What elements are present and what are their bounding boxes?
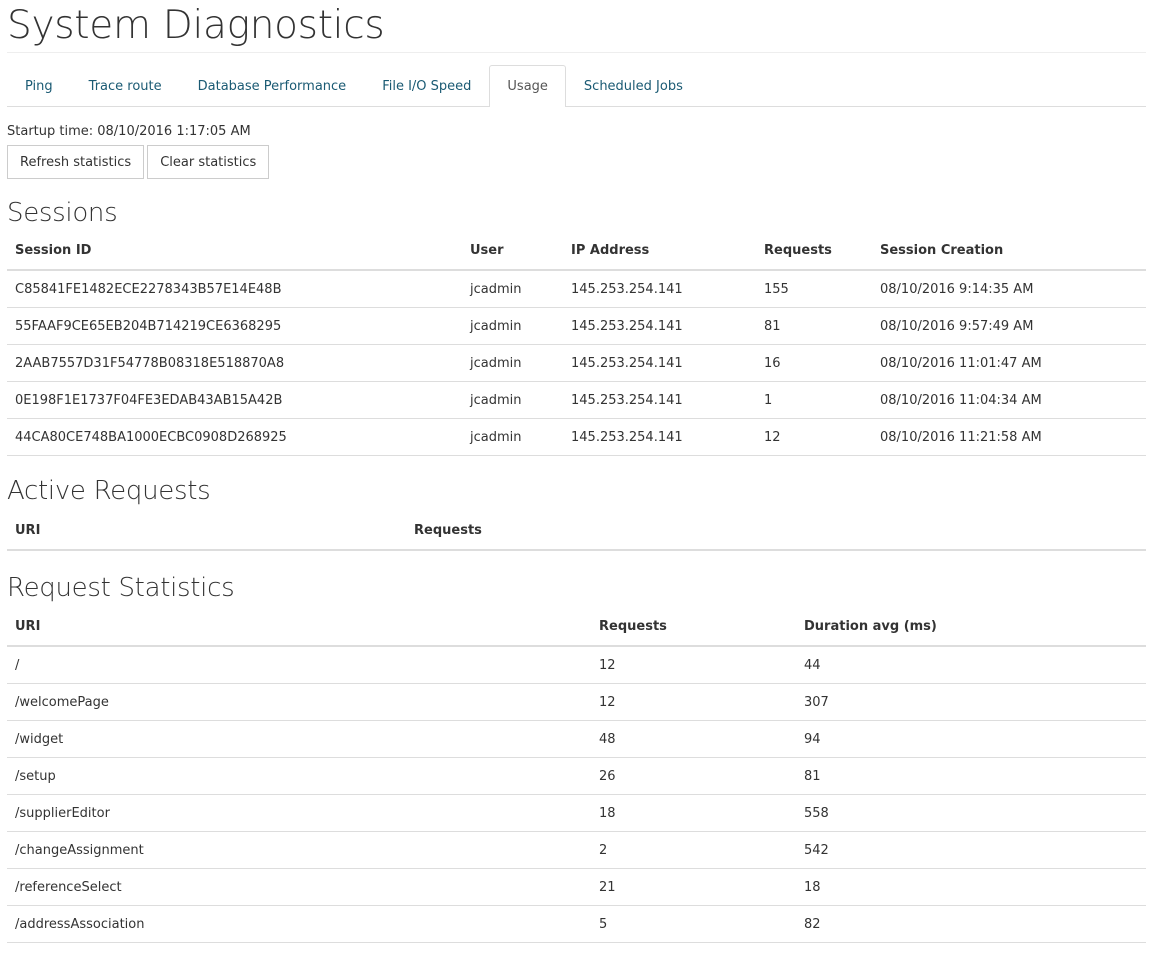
duration-cell: 82 <box>796 905 1146 943</box>
requests-cell: 26 <box>591 757 796 795</box>
table-row: 55FAAF9CE65EB204B714219CE6368295 jcadmin… <box>7 307 1146 345</box>
duration-cell: 18 <box>796 868 1146 906</box>
requests-cell: 155 <box>756 270 872 308</box>
table-row: /welcomePage 12 307 <box>7 683 1146 721</box>
requests-cell: 21 <box>591 868 796 906</box>
session-creation-cell: 08/10/2016 11:01:47 AM <box>872 344 1146 382</box>
table-row: /addressAssociation 5 82 <box>7 905 1146 943</box>
uri-cell: /supplierEditor <box>7 794 591 832</box>
table-row: /setup 26 81 <box>7 757 1146 795</box>
active-requests-heading: Active Requests <box>7 476 211 506</box>
uri-cell: /widget <box>7 720 591 758</box>
table-row: /supplierEditor 18 558 <box>7 794 1146 832</box>
table-row: /referenceSelect 21 18 <box>7 868 1146 906</box>
session-creation-cell: 08/10/2016 11:04:34 AM <box>872 381 1146 419</box>
uri-cell: / <box>7 646 591 684</box>
requests-cell: 5 <box>591 905 796 943</box>
tab-file-io-speed[interactable]: File I/O Speed <box>364 65 489 106</box>
tab-database-performance[interactable]: Database Performance <box>180 65 365 106</box>
requests-cell: 1 <box>756 381 872 419</box>
session-id-cell: 2AAB7557D31F54778B08318E518870A8 <box>7 344 462 382</box>
refresh-statistics-button[interactable]: Refresh statistics <box>7 145 145 179</box>
user-cell: jcadmin <box>462 270 563 308</box>
uri-cell: /setup <box>7 757 591 795</box>
session-id-cell: 0E198F1E1737F04FE3EDAB43AB15A42B <box>7 381 462 419</box>
sessions-header-row: Session ID User IP Address Requests Sess… <box>7 231 1146 271</box>
column-header-requests: Requests <box>591 607 796 647</box>
user-cell: jcadmin <box>462 418 563 456</box>
session-creation-cell: 08/10/2016 11:21:58 AM <box>872 418 1146 456</box>
ip-address-cell: 145.253.254.141 <box>563 344 756 382</box>
ip-address-cell: 145.253.254.141 <box>563 418 756 456</box>
table-row: C85841FE1482ECE2278343B57E14E48B jcadmin… <box>7 270 1146 308</box>
table-row: /changeAssignment 2 542 <box>7 831 1146 869</box>
requests-cell: 12 <box>756 418 872 456</box>
requests-cell: 2 <box>591 831 796 869</box>
sessions-heading: Sessions <box>7 198 118 228</box>
table-row: /widget 48 94 <box>7 720 1146 758</box>
session-creation-cell: 08/10/2016 9:14:35 AM <box>872 270 1146 308</box>
column-header-session-creation: Session Creation <box>872 231 1146 271</box>
request-statistics-table: URI Requests Duration avg (ms) / 12 44 /… <box>7 607 1146 943</box>
request-statistics-heading: Request Statistics <box>7 573 235 603</box>
user-cell: jcadmin <box>462 344 563 382</box>
active-requests-header-row: URI Requests <box>7 511 1146 551</box>
requests-cell: 12 <box>591 683 796 721</box>
requests-cell: 18 <box>591 794 796 832</box>
duration-cell: 542 <box>796 831 1146 869</box>
tab-trace-route[interactable]: Trace route <box>71 65 180 106</box>
duration-cell: 44 <box>796 646 1146 684</box>
uri-cell: /addressAssociation <box>7 905 591 943</box>
page-title: System Diagnostics <box>7 0 1146 53</box>
session-creation-cell: 08/10/2016 9:57:49 AM <box>872 307 1146 345</box>
column-header-requests: Requests <box>406 511 1146 551</box>
column-header-session-id: Session ID <box>7 231 462 271</box>
requests-cell: 48 <box>591 720 796 758</box>
session-id-cell: C85841FE1482ECE2278343B57E14E48B <box>7 270 462 308</box>
ip-address-cell: 145.253.254.141 <box>563 270 756 308</box>
duration-cell: 81 <box>796 757 1146 795</box>
table-row: 44CA80CE748BA1000ECBC0908D268925 jcadmin… <box>7 418 1146 456</box>
tab-bar: Ping Trace route Database Performance Fi… <box>7 65 1146 107</box>
statistics-actions: Refresh statistics Clear statistics <box>7 145 1146 179</box>
sessions-table: Session ID User IP Address Requests Sess… <box>7 231 1146 456</box>
ip-address-cell: 145.253.254.141 <box>563 307 756 345</box>
duration-cell: 94 <box>796 720 1146 758</box>
tab-ping[interactable]: Ping <box>7 65 71 106</box>
ip-address-cell: 145.253.254.141 <box>563 381 756 419</box>
table-row: 0E198F1E1737F04FE3EDAB43AB15A42B jcadmin… <box>7 381 1146 419</box>
column-header-duration-avg: Duration avg (ms) <box>796 607 1146 647</box>
column-header-user: User <box>462 231 563 271</box>
request-statistics-header-row: URI Requests Duration avg (ms) <box>7 607 1146 647</box>
table-row: 2AAB7557D31F54778B08318E518870A8 jcadmin… <box>7 344 1146 382</box>
tab-usage[interactable]: Usage <box>489 65 566 107</box>
column-header-uri: URI <box>7 511 406 551</box>
column-header-uri: URI <box>7 607 591 647</box>
duration-cell: 558 <box>796 794 1146 832</box>
uri-cell: /changeAssignment <box>7 831 591 869</box>
clear-statistics-button[interactable]: Clear statistics <box>147 145 270 179</box>
session-id-cell: 44CA80CE748BA1000ECBC0908D268925 <box>7 418 462 456</box>
column-header-requests: Requests <box>756 231 872 271</box>
user-cell: jcadmin <box>462 381 563 419</box>
user-cell: jcadmin <box>462 307 563 345</box>
uri-cell: /referenceSelect <box>7 868 591 906</box>
page: System Diagnostics Ping Trace route Data… <box>0 0 1152 943</box>
session-id-cell: 55FAAF9CE65EB204B714219CE6368295 <box>7 307 462 345</box>
uri-cell: /welcomePage <box>7 683 591 721</box>
requests-cell: 12 <box>591 646 796 684</box>
table-row: / 12 44 <box>7 646 1146 684</box>
requests-cell: 81 <box>756 307 872 345</box>
requests-cell: 16 <box>756 344 872 382</box>
duration-cell: 307 <box>796 683 1146 721</box>
active-requests-table: URI Requests <box>7 511 1146 551</box>
tab-scheduled-jobs[interactable]: Scheduled Jobs <box>566 65 701 106</box>
column-header-ip-address: IP Address <box>563 231 756 271</box>
startup-time: Startup time: 08/10/2016 1:17:05 AM <box>7 124 251 139</box>
